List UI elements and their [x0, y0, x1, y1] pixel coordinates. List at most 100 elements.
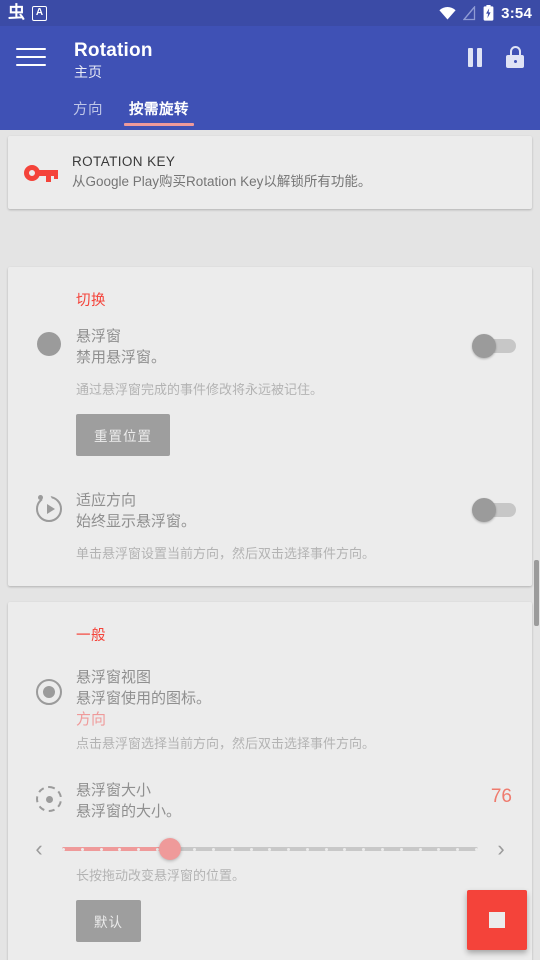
- pref-icon-wrap: [22, 667, 76, 754]
- lock-icon[interactable]: [506, 46, 524, 68]
- pref-row-adapt-direction[interactable]: 适应方向 始终显示悬浮窗。 单击悬浮窗设置当前方向，然后双击选择事件方向。: [8, 456, 532, 586]
- pref-summary: 悬浮窗的大小。: [76, 803, 182, 820]
- stop-fab-button[interactable]: [467, 890, 527, 950]
- status-bar: 虫 A 3:54: [0, 0, 540, 26]
- default-size-button[interactable]: 默认: [76, 900, 141, 942]
- chevron-right-icon[interactable]: ›: [484, 838, 518, 860]
- pref-summary: 禁用悬浮窗。: [76, 349, 167, 366]
- radio-selected-icon: [36, 679, 62, 705]
- pref-body: 适应方向 始终显示悬浮窗。 单击悬浮窗设置当前方向，然后双击选择事件方向。: [76, 490, 470, 564]
- chevron-left-icon[interactable]: ‹: [22, 838, 56, 860]
- hamburger-line: [16, 56, 46, 58]
- slider-tick: [437, 847, 441, 851]
- hamburger-line: [16, 64, 46, 66]
- pref-row-floating-window[interactable]: 悬浮窗 禁用悬浮窗。 通过悬浮窗完成的事件修改将永远被记住。 重置位置: [8, 310, 532, 456]
- pref-title: 悬浮窗大小: [76, 782, 152, 799]
- key-icon: [22, 160, 58, 186]
- slider-tick: [305, 847, 309, 851]
- slider-tick: [80, 847, 84, 851]
- dashed-circle-icon: [36, 786, 62, 812]
- app-bar: Rotation 主页 方向 按需旋转: [0, 26, 540, 130]
- key-tooth: [54, 169, 58, 179]
- slider-tick: [62, 847, 65, 851]
- slider-tick: [399, 847, 403, 851]
- pref-summary: 始终显示悬浮窗。: [76, 513, 197, 530]
- slider-tick: [268, 847, 272, 851]
- slider-tick: [324, 847, 328, 851]
- pref-hint: 点击悬浮窗选择当前方向，然后双击选择事件方向。: [76, 736, 376, 751]
- rotation-key-banner[interactable]: ROTATION KEY 从Google Play购买Rotation Key以…: [8, 136, 532, 209]
- section-card-general: 一般 悬浮窗视图 悬浮窗使用的图标。 方向 点击悬浮窗选择当前方向，然后双击选择…: [8, 602, 532, 960]
- filled-circle-icon: [37, 332, 61, 356]
- app-bar-main: Rotation 主页: [0, 26, 540, 88]
- slider-tick: [362, 847, 366, 851]
- section-card-toggles: 切换 悬浮窗 禁用悬浮窗。 通过悬浮窗完成的事件修改将永远被记住。 重置位置 适…: [8, 267, 532, 586]
- rotation-key-texts: ROTATION KEY 从Google Play购买Rotation Key以…: [72, 153, 371, 192]
- slider-tick: [343, 847, 347, 851]
- app-screen: 虫 A 3:54 Rotation 主页 方向 按需旋转 ROTATION KE…: [0, 0, 540, 960]
- hamburger-menu-icon[interactable]: [16, 40, 46, 66]
- floating-window-switch[interactable]: [470, 332, 518, 360]
- slider-tick: [118, 847, 122, 851]
- slider-tick: [193, 847, 197, 851]
- slider-tick: [381, 847, 385, 851]
- pref-row-opacity[interactable]: 悬浮窗的不透明度 调整悬浮窗的不透明度。: [8, 942, 532, 960]
- lock-body: [506, 55, 524, 68]
- adapt-direction-switch[interactable]: [470, 496, 518, 524]
- switch-thumb: [472, 334, 496, 358]
- rotate-play-icon: [36, 493, 62, 522]
- tab-active-indicator: [124, 123, 194, 126]
- tab-direction[interactable]: 方向: [60, 88, 116, 119]
- pref-hint: 单击悬浮窗设置当前方向，然后双击选择事件方向。: [76, 546, 376, 561]
- pref-icon-wrap: [22, 780, 76, 822]
- pause-bar: [477, 47, 482, 67]
- scrollbar-track[interactable]: [533, 128, 540, 960]
- pref-body: 悬浮窗 禁用悬浮窗。 通过悬浮窗完成的事件修改将永远被记住。 重置位置: [76, 326, 470, 456]
- slider-tick: [137, 847, 141, 851]
- slider-tick: [212, 847, 216, 851]
- pref-row-floating-size[interactable]: 悬浮窗大小 悬浮窗的大小。 76: [8, 754, 532, 822]
- signal-off-icon: [463, 5, 476, 20]
- section-title-general: 一般: [76, 628, 106, 644]
- pause-bar: [468, 47, 473, 67]
- rotation-key-title: ROTATION KEY: [72, 154, 176, 169]
- pref-value: 方向: [76, 711, 107, 728]
- pref-row-floating-view[interactable]: 悬浮窗视图 悬浮窗使用的图标。 方向 点击悬浮窗选择当前方向，然后双击选择事件方…: [8, 645, 532, 754]
- slider-thumb[interactable]: [159, 838, 182, 860]
- translate-icon-label: A: [35, 7, 44, 18]
- pref-body: 悬浮窗视图 悬浮窗使用的图标。 方向 点击悬浮窗选择当前方向，然后双击选择事件方…: [76, 667, 518, 754]
- page-title: Rotation: [74, 40, 153, 61]
- pref-title: 悬浮窗视图: [76, 669, 152, 686]
- tab-rotate-on-demand[interactable]: 按需旋转: [116, 88, 202, 126]
- pref-icon-wrap: [22, 490, 76, 564]
- rotation-key-banner-card[interactable]: ROTATION KEY 从Google Play购买Rotation Key以…: [8, 136, 532, 209]
- app-bar-titles: Rotation 主页: [74, 40, 153, 82]
- translate-icon: A: [32, 5, 47, 21]
- pref-body: 长按拖动改变悬浮窗的位置。 默认: [76, 866, 518, 942]
- tab-direction-label: 方向: [73, 102, 103, 118]
- content-scroll-area[interactable]: ROTATION KEY 从Google Play购买Rotation Key以…: [0, 128, 540, 960]
- rotate-play-triangle: [46, 504, 55, 514]
- slider-ticks: [62, 847, 478, 851]
- vertical-scrollbar[interactable]: [534, 560, 539, 626]
- floating-size-value: 76: [490, 786, 512, 807]
- radio-inner-dot: [43, 686, 55, 698]
- slider-tick: [418, 847, 422, 851]
- reset-position-button[interactable]: 重置位置: [76, 414, 170, 456]
- floating-size-slider[interactable]: [62, 832, 478, 866]
- status-bar-left-icons: 虫 A: [8, 4, 47, 22]
- slider-tick: [249, 847, 253, 851]
- pause-icon[interactable]: [468, 47, 482, 67]
- status-bar-right-icons: 3:54: [439, 5, 532, 22]
- switch-thumb: [472, 498, 496, 522]
- pref-hint: 通过悬浮窗完成的事件修改将永远被记住。: [76, 382, 324, 397]
- pref-summary: 悬浮窗使用的图标。: [76, 690, 212, 707]
- pref-title: 悬浮窗: [76, 328, 122, 345]
- slider-tick: [456, 847, 460, 851]
- pref-icon-wrap: [22, 326, 76, 456]
- floating-size-slider-row: ‹ ›: [8, 822, 532, 866]
- rotation-key-description: 从Google Play购买Rotation Key以解锁所有功能。: [72, 174, 372, 189]
- slider-tick: [474, 847, 478, 851]
- wifi-icon: [439, 6, 456, 19]
- pref-icon-spacer: [22, 866, 76, 942]
